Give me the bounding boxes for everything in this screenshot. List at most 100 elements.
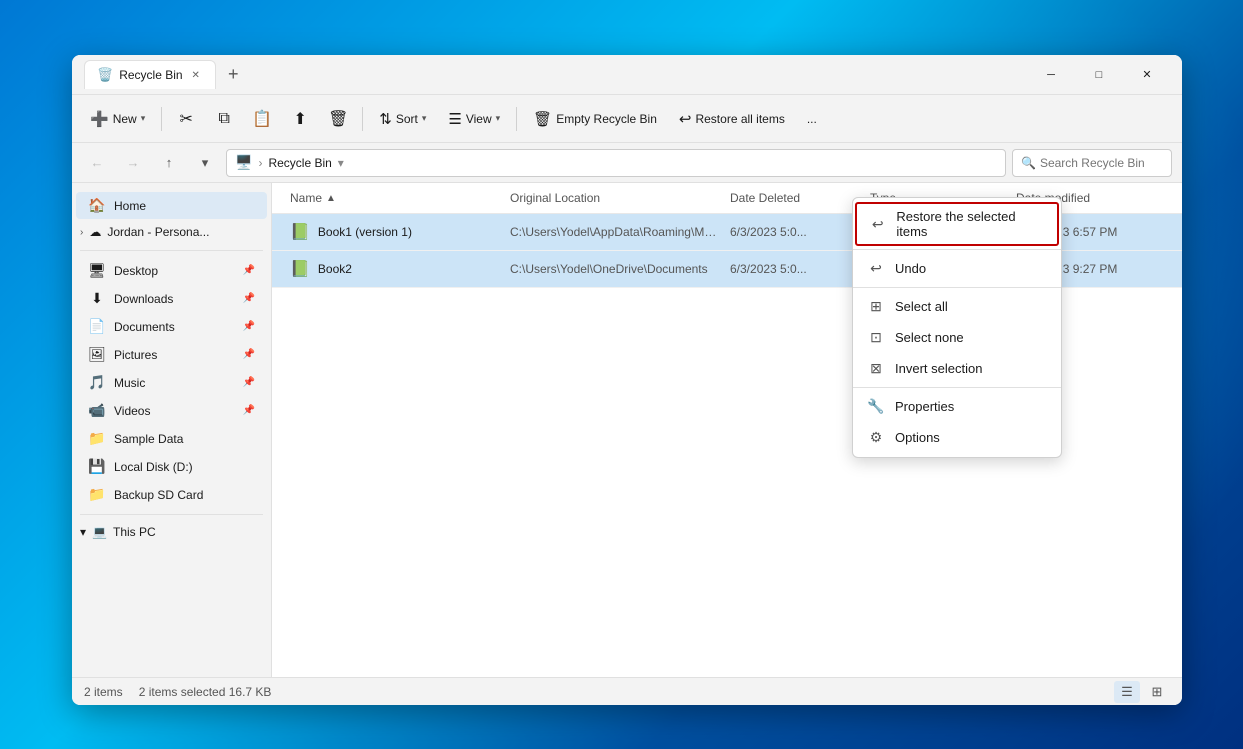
cm-select-all[interactable]: ⊞ Select all	[853, 291, 1061, 322]
sidebar-item-home[interactable]: 🏠 Home	[76, 192, 267, 219]
up-button[interactable]: ↑	[154, 149, 184, 177]
tab-close-button[interactable]: ✕	[189, 69, 203, 82]
cm-select-none-icon: ⊡	[867, 329, 885, 346]
file-icon-0: 📗	[290, 222, 310, 242]
file-icon-1: 📗	[290, 259, 310, 279]
cm-options-label: Options	[895, 430, 940, 445]
title-bar: 🗑️ Recycle Bin ✕ + ─ □ ✕	[72, 55, 1182, 95]
sidebar-local-disk-label: Local Disk (D:)	[114, 460, 255, 474]
restore-all-icon: ↩	[679, 110, 692, 128]
cm-undo-label: Undo	[895, 261, 926, 276]
sidebar-item-sample-data[interactable]: 📁 Sample Data	[76, 425, 267, 452]
more-label: ...	[807, 112, 817, 126]
view-toggle-group: ☰ ⊞	[1114, 681, 1170, 703]
search-box[interactable]: 🔍	[1012, 149, 1172, 177]
sort-button[interactable]: ⇅ Sort ▾	[369, 102, 436, 136]
cm-options[interactable]: ⚙ Options	[853, 422, 1061, 453]
cm-properties-icon: 🔧	[867, 398, 885, 415]
list-view-toggle[interactable]: ☰	[1114, 681, 1140, 703]
more-button[interactable]: ...	[797, 102, 827, 136]
forward-button[interactable]: →	[118, 149, 148, 177]
new-chevron-icon: ▾	[141, 113, 146, 124]
sidebar-cloud-label: Jordan - Persona...	[107, 225, 209, 239]
sidebar-backup-sd-label: Backup SD Card	[114, 488, 255, 502]
col-header-orig-loc[interactable]: Original Location	[504, 183, 724, 213]
sidebar-item-videos[interactable]: 📹 Videos 📌	[76, 397, 267, 424]
sidebar-this-pc-label: This PC	[113, 525, 156, 539]
sidebar-item-downloads[interactable]: ⬇ Downloads 📌	[76, 285, 267, 312]
cm-restore-selected[interactable]: ↩ Restore the selected items	[855, 202, 1059, 246]
file-name-label-1: Book2	[318, 262, 352, 276]
cm-undo[interactable]: ↩ Undo	[853, 253, 1061, 284]
new-tab-button[interactable]: +	[220, 64, 247, 85]
share-button[interactable]: ⬆	[282, 102, 318, 136]
sidebar-item-desktop[interactable]: 🖥 Desktop 📌	[76, 257, 267, 284]
tab-recycle-icon: 🗑️	[97, 67, 113, 83]
cm-divider-3	[853, 387, 1061, 388]
maximize-button[interactable]: □	[1076, 59, 1122, 91]
sidebar-item-music[interactable]: 🎵 Music 📌	[76, 369, 267, 396]
cm-divider-2	[853, 287, 1061, 288]
view-icon: ☰	[448, 110, 461, 128]
empty-recycle-button[interactable]: 🗑 Empty Recycle Bin	[523, 102, 667, 136]
sidebar-item-documents[interactable]: 📄 Documents 📌	[76, 313, 267, 340]
minimize-button[interactable]: ─	[1028, 59, 1074, 91]
downloads-icon: ⬇	[88, 290, 106, 307]
cm-invert-selection[interactable]: ⊠ Invert selection	[853, 353, 1061, 384]
paste-button[interactable]: 📋	[244, 102, 280, 136]
restore-all-button[interactable]: ↩ Restore all items	[669, 102, 795, 136]
close-button[interactable]: ✕	[1124, 59, 1170, 91]
cm-properties[interactable]: 🔧 Properties	[853, 391, 1061, 422]
pictures-pin-icon: 📌	[243, 349, 255, 360]
sidebar-sample-label: Sample Data	[114, 432, 255, 446]
recent-button[interactable]: ▾	[190, 149, 220, 177]
view-button[interactable]: ☰ View ▾	[438, 102, 510, 136]
file-orig-1: C:\Users\Yodel\OneDrive\Documents	[504, 254, 724, 284]
empty-recycle-icon: 🗑	[533, 110, 552, 128]
cm-restore-icon: ↩	[869, 216, 886, 233]
recycle-bin-tab[interactable]: 🗑️ Recycle Bin ✕	[84, 60, 216, 89]
cloud-chevron-icon: ›	[80, 227, 83, 238]
col-name-label: Name	[290, 191, 322, 205]
sidebar-item-local-disk[interactable]: 💾 Local Disk (D:)	[76, 453, 267, 480]
cm-options-icon: ⚙	[867, 429, 885, 446]
cm-undo-icon: ↩	[867, 260, 885, 277]
delete-button[interactable]: 🗑	[320, 102, 356, 136]
item-count: 2 items	[84, 685, 123, 699]
search-input[interactable]	[1040, 156, 1163, 170]
sidebar-this-pc-header[interactable]: ▾ 💻 This PC	[72, 521, 271, 543]
cm-select-none[interactable]: ⊡ Select none	[853, 322, 1061, 353]
file-date-del-1: 6/3/2023 5:0...	[724, 254, 864, 284]
address-box[interactable]: 🖥️ › Recycle Bin ▾	[226, 149, 1006, 177]
file-name-label-0: Book1 (version 1)	[318, 225, 412, 239]
restore-all-label: Restore all items	[695, 112, 784, 126]
sidebar-cloud-header[interactable]: › ☁ Jordan - Persona...	[72, 220, 271, 244]
toolbar-separator-3	[516, 107, 517, 131]
address-icon: 🖥️	[235, 154, 252, 171]
new-button[interactable]: ➕ New ▾	[80, 102, 155, 136]
toolbar-separator-1	[161, 107, 162, 131]
home-icon: 🏠	[88, 197, 106, 214]
sidebar-downloads-label: Downloads	[114, 292, 235, 306]
col-header-date-del[interactable]: Date Deleted	[724, 183, 864, 213]
music-pin-icon: 📌	[243, 377, 255, 388]
grid-view-toggle[interactable]: ⊞	[1144, 681, 1170, 703]
col-header-name[interactable]: Name ▲	[284, 183, 504, 213]
back-button[interactable]: ←	[82, 149, 112, 177]
sidebar-item-pictures[interactable]: 🖼 Pictures 📌	[76, 341, 267, 368]
col-date-del-label: Date Deleted	[730, 191, 800, 205]
cm-divider-1	[853, 249, 1061, 250]
sort-chevron-icon: ▾	[422, 113, 427, 124]
cm-select-all-icon: ⊞	[867, 298, 885, 315]
view-chevron-icon: ▾	[496, 113, 501, 124]
new-label: New	[113, 112, 137, 126]
sidebar-item-backup-sd[interactable]: 📁 Backup SD Card	[76, 481, 267, 508]
documents-pin-icon: 📌	[243, 321, 255, 332]
sidebar: 🏠 Home › ☁ Jordan - Persona... 🖥 Desktop…	[72, 183, 272, 677]
cut-button[interactable]: ✂	[168, 102, 204, 136]
copy-button[interactable]: ⧉	[206, 102, 242, 136]
toolbar-separator-2	[362, 107, 363, 131]
file-orig-0: C:\Users\Yodel\AppData\Roaming\Micr...	[504, 217, 724, 247]
this-pc-icon: 💻	[92, 525, 107, 539]
sidebar-music-label: Music	[114, 376, 235, 390]
